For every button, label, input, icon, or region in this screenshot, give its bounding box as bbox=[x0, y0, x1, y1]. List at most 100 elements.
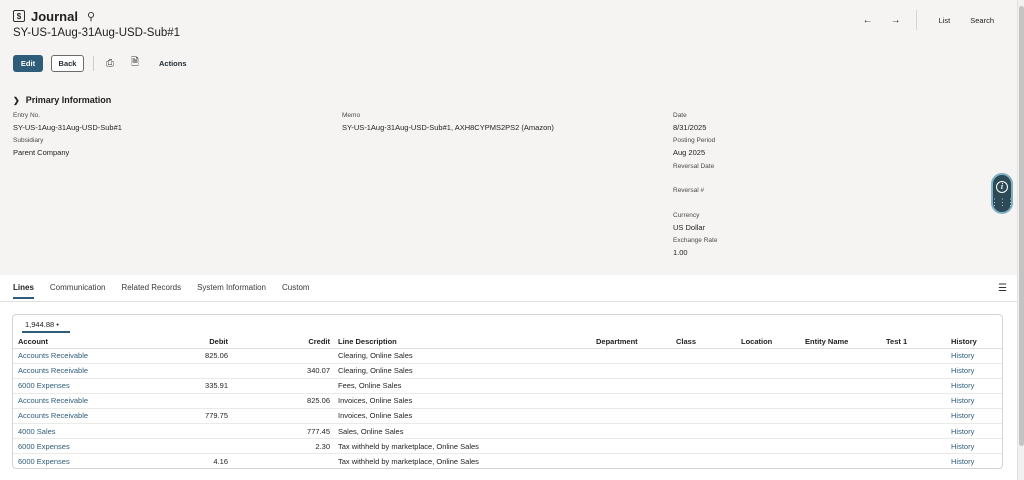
column-header-entity-name[interactable]: Entity Name bbox=[801, 335, 882, 349]
column-header-account[interactable]: Account bbox=[13, 335, 128, 349]
debit-cell: 335.91 bbox=[128, 378, 232, 394]
line-description-cell: Fees, Online Sales bbox=[334, 378, 592, 394]
table-row: 6000 Expenses 335.91 Fees, Online Sales His… bbox=[13, 378, 1002, 394]
date-label: Date bbox=[673, 112, 687, 119]
column-header-line-description[interactable]: Line Description bbox=[334, 335, 592, 349]
print-icon[interactable]: ⎙ bbox=[103, 58, 117, 69]
history-link[interactable]: History bbox=[947, 454, 1002, 469]
location-cell bbox=[737, 348, 801, 364]
entity-name-cell bbox=[801, 438, 882, 455]
next-record-icon[interactable]: → bbox=[882, 15, 910, 26]
new-document-icon[interactable]: 🗎 bbox=[128, 55, 142, 72]
account-cell[interactable]: Accounts Receivable bbox=[13, 348, 128, 364]
department-cell bbox=[592, 378, 672, 394]
lines-table-container: 1,944.88 • Account Debit Credit Line Des… bbox=[12, 314, 1003, 469]
history-link[interactable]: History bbox=[947, 348, 1002, 364]
column-header-department[interactable]: Department bbox=[592, 335, 672, 349]
history-link[interactable]: History bbox=[947, 393, 1002, 409]
department-cell bbox=[592, 454, 672, 469]
column-header-credit[interactable]: Credit bbox=[232, 335, 334, 349]
tab-communication[interactable]: Communication bbox=[50, 283, 106, 299]
nav-divider bbox=[915, 10, 917, 30]
class-cell bbox=[672, 423, 737, 440]
line-description-cell: Tax withheld by marketplace, Online Sale… bbox=[338, 456, 479, 466]
account-cell[interactable]: Accounts Receivable bbox=[13, 363, 128, 379]
debit-cell: 825.06 bbox=[128, 348, 232, 364]
account-cell[interactable]: 4000 Sales bbox=[13, 423, 128, 440]
page-title: Journal bbox=[31, 8, 78, 24]
search-icon[interactable]: ⚲ bbox=[87, 10, 95, 23]
table-row: Accounts Receivable 825.06 Clearing, Onlin… bbox=[13, 348, 1002, 364]
test-1-cell bbox=[882, 408, 947, 424]
class-cell bbox=[672, 393, 737, 409]
info-icon[interactable]: i bbox=[996, 180, 1008, 193]
history-link[interactable]: History bbox=[947, 423, 1002, 440]
column-header-class[interactable]: Class bbox=[672, 335, 737, 349]
class-cell bbox=[672, 348, 737, 364]
debit-cell: 779.75 bbox=[128, 408, 232, 424]
class-cell bbox=[672, 378, 737, 394]
line-description-cell: Tax withheld by marketplace, Online Sale… bbox=[334, 438, 592, 455]
record-navigation: ← → List Search bbox=[854, 10, 1004, 30]
tab-related-records[interactable]: Related Records bbox=[121, 283, 181, 299]
history-link[interactable]: History bbox=[947, 363, 1002, 379]
history-link[interactable]: History bbox=[947, 408, 1002, 424]
entry-no-value: SY-US-1Aug-31Aug-USD-Sub#1 bbox=[13, 123, 122, 132]
actions-menu[interactable]: Actions bbox=[159, 59, 187, 68]
search-link[interactable]: Search bbox=[960, 16, 1004, 25]
tab-lines[interactable]: Lines bbox=[13, 283, 34, 299]
history-link[interactable]: History bbox=[947, 378, 1002, 394]
table-row: 6000 Expenses 4.16 Tax withheld by marketp… bbox=[13, 454, 1002, 469]
test-1-cell bbox=[882, 454, 947, 469]
class-cell bbox=[672, 438, 737, 455]
tab-custom[interactable]: Custom bbox=[282, 283, 310, 299]
back-button[interactable]: Back bbox=[51, 55, 84, 72]
credit-cell: 2.30 bbox=[232, 438, 334, 455]
table-row: Accounts Receivable 825.06 Invoices, Onlin… bbox=[13, 393, 1002, 409]
account-cell[interactable]: Accounts Receivable bbox=[13, 393, 128, 409]
account-cell[interactable]: Accounts Receivable bbox=[13, 408, 128, 424]
account-cell[interactable]: 6000 Expenses bbox=[13, 454, 128, 469]
journal-icon: $ bbox=[13, 10, 25, 22]
history-link[interactable]: History bbox=[947, 438, 1002, 455]
edit-button[interactable]: Edit bbox=[13, 55, 43, 72]
tab-system-information[interactable]: System Information bbox=[197, 283, 266, 299]
test-1-cell bbox=[882, 393, 947, 409]
table-row: Accounts Receivable 340.07 Clearing, Onlin… bbox=[13, 363, 1002, 379]
list-view-icon[interactable]: ☰ bbox=[998, 283, 1007, 294]
reversal-no-label: Reversal # bbox=[673, 187, 705, 194]
entity-name-cell bbox=[801, 393, 882, 409]
subsidiary-label: Subsidiary bbox=[13, 137, 44, 144]
column-header-debit[interactable]: Debit bbox=[128, 335, 232, 349]
previous-record-icon[interactable]: ← bbox=[854, 15, 882, 26]
department-cell bbox=[592, 393, 672, 409]
table-row: 4000 Sales 777.45 Sales, Online Sales Histo… bbox=[13, 423, 1002, 440]
lines-total[interactable]: 1,944.88 • bbox=[25, 320, 59, 329]
entity-name-cell bbox=[801, 348, 882, 364]
table-header-row: Account Debit Credit Line Description De… bbox=[13, 335, 1002, 349]
exchange-rate-value: 1.00 bbox=[673, 248, 688, 257]
account-cell[interactable]: 6000 Expenses bbox=[13, 438, 128, 455]
account-cell[interactable]: 6000 Expenses bbox=[13, 378, 128, 394]
credit-cell bbox=[232, 348, 334, 364]
grid-menu-icon[interactable]: ⋮⋮⋮ bbox=[990, 198, 1015, 207]
list-link[interactable]: List bbox=[929, 16, 961, 25]
line-description-cell: Clearing, Online Sales bbox=[334, 348, 592, 364]
toolbar-divider bbox=[93, 56, 94, 71]
credit-cell bbox=[232, 454, 334, 469]
credit-cell: 777.45 bbox=[232, 423, 334, 440]
test-1-cell bbox=[882, 348, 947, 364]
entity-name-cell bbox=[801, 363, 882, 379]
total-underline bbox=[22, 331, 70, 333]
primary-information-toggle[interactable]: ❯ Primary Information bbox=[13, 95, 111, 105]
posting-period-label: Posting Period bbox=[673, 137, 716, 144]
entry-no-label: Entry No. bbox=[13, 112, 41, 119]
location-cell bbox=[737, 363, 801, 379]
page-scrollbar[interactable] bbox=[1017, 0, 1024, 480]
column-header-location[interactable]: Location bbox=[737, 335, 801, 349]
scrollbar-thumb[interactable] bbox=[1019, 6, 1024, 446]
column-header-history[interactable]: History bbox=[947, 335, 1002, 349]
class-cell bbox=[672, 363, 737, 379]
help-widget[interactable]: i ⋮⋮⋮ bbox=[990, 173, 1015, 214]
column-header-test-1[interactable]: Test 1 bbox=[882, 335, 947, 349]
